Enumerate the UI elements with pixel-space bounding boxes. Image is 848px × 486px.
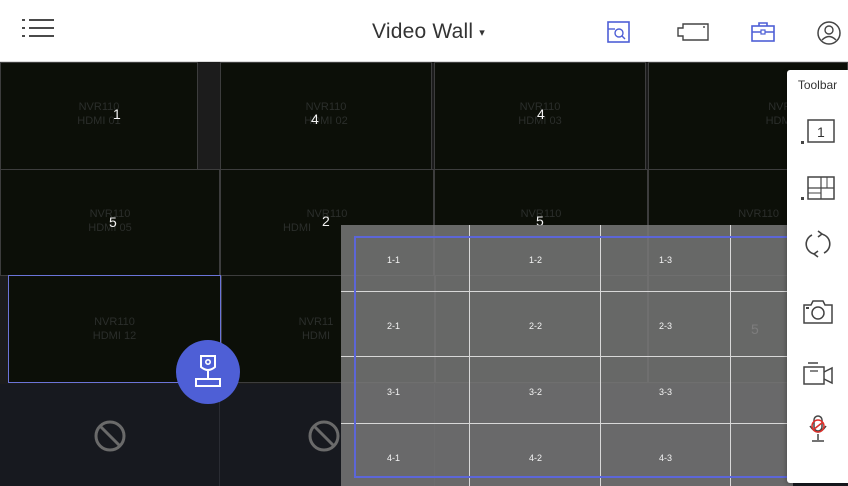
tile-number: 4 xyxy=(311,111,319,127)
tile-number: 5 xyxy=(109,214,117,230)
split-grid-frame xyxy=(354,236,793,478)
chevron-down-icon: ▾ xyxy=(479,26,485,39)
wall-tile[interactable]: NVR110 HDMI 03 4 xyxy=(434,62,646,170)
tile-watermark: NVR110 xyxy=(649,101,809,113)
tile-watermark: NVR110 xyxy=(738,208,779,220)
single-screen-icon[interactable]: 1 xyxy=(798,116,838,150)
grid-cell[interactable]: 4-3 xyxy=(659,453,672,463)
grid-cell[interactable]: 3-2 xyxy=(529,387,542,397)
search-screen-icon[interactable] xyxy=(606,20,632,44)
record-icon[interactable] xyxy=(798,357,838,391)
tile-watermark: HDMI 01 xyxy=(77,115,121,127)
rotate-icon[interactable] xyxy=(798,227,838,261)
tile-watermark: NVR110 xyxy=(78,101,120,113)
disabled-icon[interactable] xyxy=(92,418,128,454)
toolbar-panel: Toolbar 1 xyxy=(787,70,848,483)
tile-number: 4 xyxy=(537,106,545,122)
app-header: Video Wall ▾ xyxy=(0,0,848,62)
joystick-button[interactable] xyxy=(176,340,240,404)
mute-mic-icon[interactable] xyxy=(798,413,838,447)
tile-watermark: HDMI 12 xyxy=(92,330,137,342)
grid-cell[interactable]: 1-2 xyxy=(529,255,542,265)
split-grid-overlay: 1-1 1-2 1-3 2-1 2-2 2-3 3-1 3-2 3-3 4-1 … xyxy=(341,225,793,486)
tile-watermark: HDMI 04 xyxy=(765,115,809,127)
disabled-icon[interactable] xyxy=(306,418,342,454)
view-selector[interactable]: Video Wall ▾ xyxy=(372,20,485,44)
split-layout-icon[interactable] xyxy=(798,172,838,206)
snapshot-icon[interactable] xyxy=(798,295,838,329)
tile-number: 2 xyxy=(322,213,330,229)
grid-cell[interactable]: 1-3 xyxy=(659,255,672,265)
grid-cell[interactable]: 2-1 xyxy=(387,321,400,331)
tile-watermark: NVR110 xyxy=(305,101,347,113)
grid-cell[interactable]: 3-3 xyxy=(659,387,672,397)
toolbar-title: Toolbar xyxy=(797,78,838,92)
camera-view-icon[interactable] xyxy=(676,20,710,44)
wall-tile[interactable]: NVR110 HDMI 02 4 xyxy=(220,62,432,170)
tile-watermark: NVR110 xyxy=(94,316,135,328)
joystick-icon xyxy=(195,355,221,387)
grid-cell[interactable]: 4-1 xyxy=(387,453,400,463)
tile-watermark: HDMI 02 xyxy=(304,115,348,127)
single-screen-label: 1 xyxy=(817,124,825,140)
wall-tile[interactable]: NVR110 HDMI 05 5 xyxy=(0,169,220,276)
tile-number: 1 xyxy=(113,106,121,122)
grid-cell[interactable]: 2-2 xyxy=(529,321,542,331)
menu-icon[interactable] xyxy=(22,17,56,45)
user-icon[interactable] xyxy=(815,20,843,45)
page-title: Video Wall xyxy=(372,20,474,43)
grid-cell[interactable]: 3-1 xyxy=(387,387,400,397)
grid-cell[interactable]: 2-3 xyxy=(659,321,672,331)
briefcase-icon[interactable] xyxy=(750,20,776,44)
wall-tile[interactable]: NVR110 HDMI 01 1 xyxy=(0,62,198,170)
grid-cell[interactable]: 4-2 xyxy=(529,453,542,463)
grid-cell[interactable]: 1-1 xyxy=(387,255,400,265)
